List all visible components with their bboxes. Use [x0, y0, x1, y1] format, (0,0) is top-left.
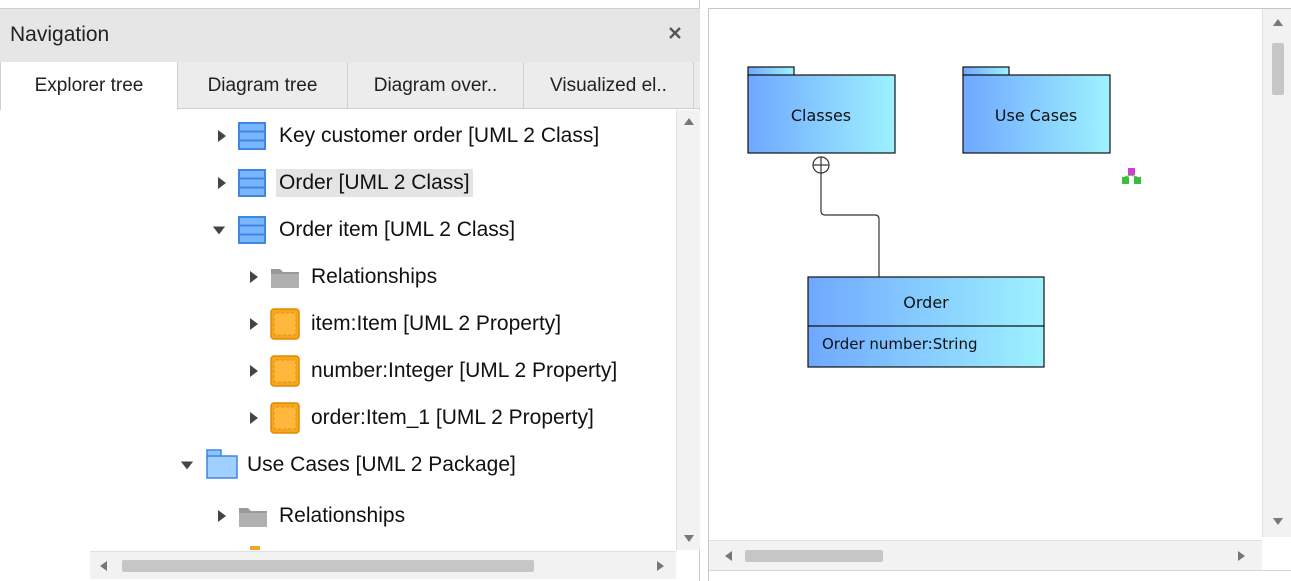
expand-arrow-icon[interactable]: [214, 175, 228, 191]
scroll-up-arrow-icon[interactable]: [1272, 17, 1284, 27]
expand-arrow-icon[interactable]: [246, 410, 260, 426]
tree-item-property-number[interactable]: number:Integer [UML 2 Property]: [246, 349, 620, 393]
tree-item-relationships[interactable]: Relationships: [246, 255, 440, 299]
tree-horizontal-scrollbar[interactable]: [90, 551, 676, 579]
tree-item-label: Key customer order [UML 2 Class]: [279, 124, 600, 147]
class-name: Order: [903, 293, 949, 312]
diagram-vertical-scrollbar[interactable]: [1262, 9, 1291, 537]
navigation-panel: Navigation Explorer tree Diagram tree Di…: [0, 0, 700, 581]
expand-arrow-icon[interactable]: [246, 269, 260, 285]
tree-item-label: Relationships: [311, 265, 438, 288]
folder-icon: [271, 269, 299, 288]
tab-diagram-tree[interactable]: Diagram tree: [178, 62, 348, 109]
tab-explorer-tree[interactable]: Explorer tree: [0, 62, 178, 110]
hierarchy-icon[interactable]: [1122, 168, 1141, 184]
uml-property-icon: [270, 355, 300, 387]
scroll-left-arrow-icon[interactable]: [723, 550, 733, 562]
scroll-up-arrow-icon[interactable]: [683, 116, 695, 126]
tree-item-property-item[interactable]: item:Item [UML 2 Property]: [246, 302, 564, 346]
diagram-horizontal-scrollbar[interactable]: [709, 540, 1262, 570]
tree-item-use-cases-package[interactable]: Use Cases [UML 2 Package]: [180, 443, 519, 487]
tab-diagram-overview[interactable]: Diagram over..: [348, 62, 524, 109]
package-use-cases[interactable]: Use Cases: [962, 66, 1111, 154]
explorer-tree: Key customer order [UML 2 Class] Order […: [0, 110, 700, 550]
scroll-down-arrow-icon[interactable]: [683, 534, 695, 544]
uml-property-icon: [270, 308, 300, 340]
tree-item-label: Relationships: [279, 504, 406, 527]
collapse-arrow-icon[interactable]: [180, 457, 194, 473]
package-name: Use Cases: [995, 106, 1077, 125]
tree-item-order[interactable]: Order [UML 2 Class]: [214, 161, 473, 205]
tree-vertical-scrollbar[interactable]: [676, 110, 700, 550]
expand-arrow-icon[interactable]: [246, 316, 260, 332]
collapse-arrow-icon[interactable]: [212, 222, 226, 238]
tree-item-property-order[interactable]: order:Item_1 [UML 2 Property]: [246, 396, 597, 440]
tab-visualized-elements[interactable]: Visualized el..: [524, 62, 694, 109]
expand-arrow-icon[interactable]: [214, 508, 228, 524]
diagram-canvas[interactable]: Classes Use Cases Order Order number:Str…: [708, 8, 1291, 581]
tree-item-partial: [250, 546, 260, 550]
tree-item-label: number:Integer [UML 2 Property]: [311, 359, 618, 382]
navigation-header: Navigation: [0, 8, 700, 62]
diagram-status-strip: [709, 570, 1291, 581]
tree-item-key-customer-order[interactable]: Key customer order [UML 2 Class]: [214, 114, 602, 158]
scrollbar-thumb[interactable]: [122, 560, 534, 572]
class-attribute: Order number:String: [822, 335, 978, 353]
package-classes[interactable]: Classes: [747, 66, 896, 154]
tree-item-label: Order [UML 2 Class]: [276, 169, 473, 197]
containment-connector[interactable]: [812, 156, 880, 277]
uml-property-icon: [270, 402, 300, 434]
package-name: Classes: [791, 106, 851, 125]
tree-item-order-item[interactable]: Order item [UML 2 Class]: [212, 208, 518, 252]
navigation-tabs: Explorer tree Diagram tree Diagram over.…: [0, 62, 700, 110]
scrollbar-thumb[interactable]: [745, 550, 883, 562]
tree-item-label: Order item [UML 2 Class]: [279, 218, 516, 241]
tree-item-label: Use Cases [UML 2 Package]: [247, 453, 516, 476]
tree-item-relationships[interactable]: Relationships: [214, 494, 408, 538]
scrollbar-thumb[interactable]: [1272, 43, 1284, 95]
class-order[interactable]: Order Order number:String: [807, 276, 1045, 368]
tree-item-label: item:Item [UML 2 Property]: [311, 312, 562, 335]
uml-class-icon: [238, 169, 266, 197]
close-icon[interactable]: [661, 19, 689, 47]
scroll-left-arrow-icon[interactable]: [98, 560, 108, 572]
folder-icon: [239, 508, 267, 527]
expand-arrow-icon[interactable]: [246, 363, 260, 379]
uml-class-icon: [238, 216, 266, 244]
scroll-right-arrow-icon[interactable]: [656, 560, 666, 572]
scroll-down-arrow-icon[interactable]: [1272, 517, 1284, 527]
tree-item-label: order:Item_1 [UML 2 Property]: [311, 406, 594, 429]
panel-title: Navigation: [10, 23, 110, 46]
uml-class-icon: [238, 122, 266, 150]
expand-arrow-icon[interactable]: [214, 128, 228, 144]
uml-package-icon: [206, 449, 238, 479]
diagram-drawing: Classes Use Cases Order Order number:Str…: [747, 66, 1141, 368]
scroll-right-arrow-icon[interactable]: [1237, 550, 1247, 562]
